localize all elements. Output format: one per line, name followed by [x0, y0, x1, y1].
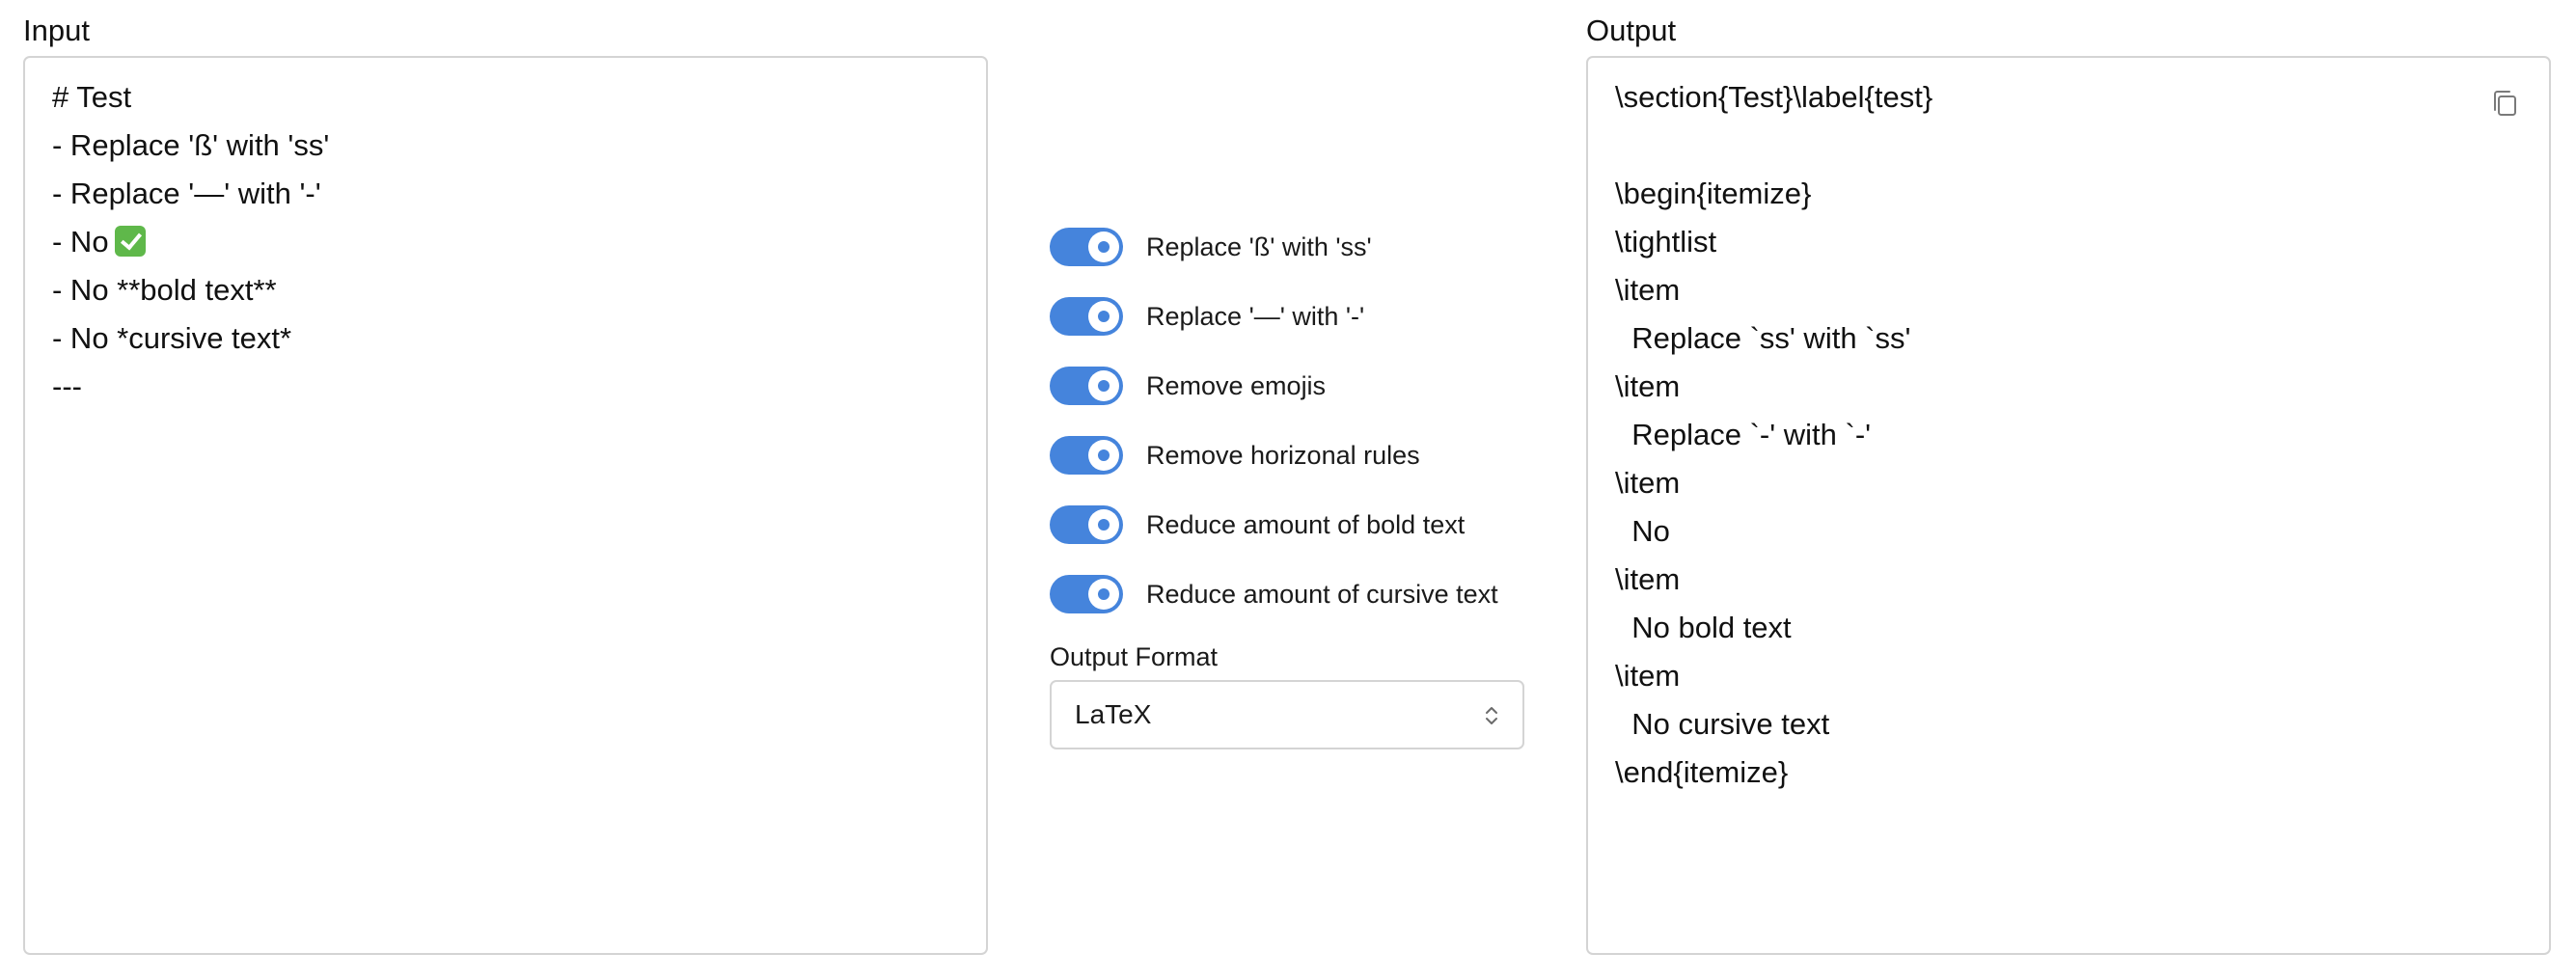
output-line: \item — [1615, 369, 1681, 403]
option-toggle[interactable] — [1050, 228, 1123, 266]
output-format-label: Output Format — [1050, 642, 1219, 671]
output-format-value: LaTeX — [1075, 699, 1152, 729]
output-line: \begin{itemize} — [1615, 177, 1812, 210]
output-line: \item — [1615, 466, 1681, 500]
input-line: --- — [52, 369, 82, 403]
option-label: Replace '—' with '-' — [1146, 301, 1365, 331]
toggle-knob — [1088, 440, 1119, 471]
option-label: Replace 'ß' with 'ss' — [1146, 231, 1372, 261]
input-label: Input — [23, 14, 90, 47]
output-line: \tightlist — [1615, 225, 1717, 259]
option-label: Remove emojis — [1146, 370, 1327, 400]
output-format-select[interactable]: LaTeX — [1050, 680, 1524, 749]
output-line: \end{itemize} — [1615, 755, 1789, 789]
copy-icon[interactable] — [2489, 87, 2522, 120]
input-line: - No *cursive text* — [52, 321, 292, 355]
output-line: Replace `-' with `-' — [1615, 418, 1872, 451]
input-line: - Replace '—' with '-' — [52, 177, 321, 210]
chevron-up-down-icon — [1486, 707, 1497, 724]
option-toggle[interactable] — [1050, 575, 1123, 613]
output-line: \item — [1615, 562, 1681, 596]
toggle-knob — [1088, 579, 1119, 610]
option-toggle[interactable] — [1050, 505, 1123, 544]
option-label: Reduce amount of bold text — [1146, 509, 1466, 539]
option-row: Reduce amount of cursive text — [1050, 559, 1571, 629]
option-row: Reduce amount of bold text — [1050, 490, 1571, 559]
output-textarea[interactable]: \section{Test}\label{test} \begin{itemize… — [1586, 56, 2551, 955]
toggle-knob — [1088, 370, 1119, 401]
input-text-lines: # Test - Replace 'ß' with 'ss' - Replace '… — [52, 73, 329, 411]
option-row: Remove horizonal rules — [1050, 421, 1571, 490]
option-label: Remove horizonal rules — [1146, 440, 1420, 470]
output-line: Replace `ss' with `ss' — [1615, 321, 1911, 355]
output-line: \item — [1615, 659, 1681, 693]
output-label: Output — [1586, 14, 1677, 47]
input-textarea[interactable]: # Test - Replace 'ß' with 'ss' - Replace '… — [23, 56, 988, 955]
input-line: - No — [52, 218, 329, 266]
output-line: No — [1615, 514, 1670, 548]
check-mark-emoji-icon — [114, 226, 146, 257]
option-toggle[interactable] — [1050, 436, 1123, 475]
option-row: Replace '—' with '-' — [1050, 282, 1571, 351]
toggle-knob — [1088, 301, 1119, 332]
input-line: - Replace 'ß' with 'ss' — [52, 128, 330, 162]
input-line: - No **bold text** — [52, 273, 277, 307]
option-row: Replace 'ß' with 'ss' — [1050, 212, 1571, 282]
options-list: Replace 'ß' with 'ss' Replace '—' with '-… — [1050, 212, 1571, 629]
toggle-knob — [1088, 509, 1119, 540]
option-toggle[interactable] — [1050, 367, 1123, 405]
option-label: Reduce amount of cursive text — [1146, 579, 1498, 609]
output-line: No cursive text — [1615, 707, 1830, 741]
toggle-knob — [1088, 231, 1119, 262]
output-line: \item — [1615, 273, 1681, 307]
output-line: No bold text — [1615, 611, 1792, 644]
option-row: Remove emojis — [1050, 351, 1571, 421]
output-line: \section{Test}\label{test} — [1615, 80, 1933, 114]
input-line: # Test — [52, 80, 132, 114]
option-toggle[interactable] — [1050, 297, 1123, 336]
output-text-lines: \section{Test}\label{test} \begin{itemize… — [1615, 73, 1932, 797]
